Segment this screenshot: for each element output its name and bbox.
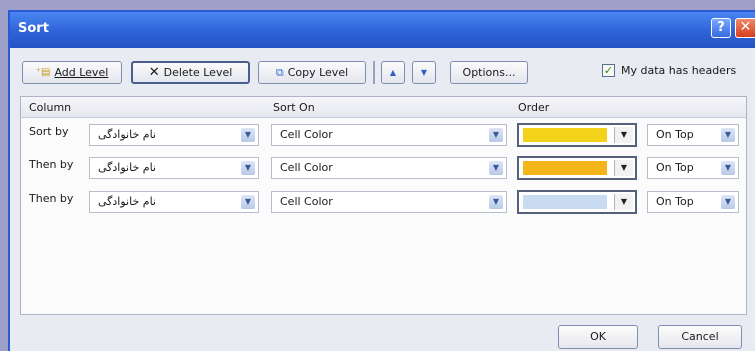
- sort-levels-grid: Column Sort On Order Sort by نام خانوادگ…: [20, 96, 747, 315]
- copy-icon: ⧉: [275, 65, 284, 79]
- row-label: Sort by: [29, 125, 69, 138]
- column-select[interactable]: نام خانوادگی ▼: [89, 191, 259, 213]
- sort-on-value: Cell Color: [280, 128, 333, 141]
- column-select[interactable]: نام خانوادگی ▼: [89, 157, 259, 179]
- headers-label: My data has headers: [621, 64, 737, 77]
- chevron-down-icon: ▼: [721, 128, 735, 142]
- sort-on-value: Cell Color: [280, 195, 333, 208]
- sort-on-select[interactable]: Cell Color ▼: [271, 157, 507, 179]
- ok-button[interactable]: OK: [558, 325, 638, 349]
- sort-on-value: Cell Color: [280, 161, 333, 174]
- title-bar[interactable]: Sort ? ✕: [10, 12, 755, 48]
- chevron-down-icon: ▼: [489, 195, 503, 209]
- chevron-down-icon: ▼: [241, 195, 255, 209]
- chevron-down-icon: ▼: [614, 127, 633, 143]
- column-select[interactable]: نام خانوادگی ▼: [89, 124, 259, 146]
- row-label: Then by: [29, 192, 74, 205]
- position-select[interactable]: On Top ▼: [647, 124, 739, 146]
- chevron-down-icon: ▼: [721, 195, 735, 209]
- color-swatch: [523, 161, 607, 175]
- grid-header: Column Sort On Order: [21, 97, 746, 118]
- close-button[interactable]: ✕: [735, 18, 755, 38]
- add-level-button[interactable]: ⁺▤ Add Level: [22, 61, 122, 84]
- order-header: Order: [518, 101, 550, 114]
- chevron-down-icon: ▼: [489, 128, 503, 142]
- headers-checkbox-group[interactable]: ✓ My data has headers: [602, 64, 736, 77]
- move-up-button[interactable]: ▲: [381, 61, 405, 84]
- order-color-select[interactable]: ▼: [517, 190, 637, 214]
- headers-checkbox[interactable]: ✓: [602, 64, 615, 77]
- position-select[interactable]: On Top ▼: [647, 157, 739, 179]
- sort-on-header: Sort On: [273, 101, 315, 114]
- sort-dialog: Sort ? ✕ ⁺▤ Add Level ✕ Delete Level ⧉ C…: [8, 10, 755, 351]
- options-button[interactable]: Options...: [450, 61, 528, 84]
- column-value: نام خانوادگی: [98, 195, 156, 208]
- column-value: نام خانوادگی: [98, 161, 156, 174]
- sort-on-select[interactable]: Cell Color ▼: [271, 124, 507, 146]
- position-value: On Top: [656, 161, 694, 174]
- copy-level-button[interactable]: ⧉ Copy Level: [258, 61, 366, 84]
- dialog-title: Sort: [18, 21, 49, 36]
- sort-on-select[interactable]: Cell Color ▼: [271, 191, 507, 213]
- delete-level-label: Delete Level: [163, 66, 233, 79]
- position-value: On Top: [656, 195, 694, 208]
- move-down-button[interactable]: ▼: [412, 61, 436, 84]
- column-header: Column: [29, 101, 72, 114]
- position-value: On Top: [656, 128, 694, 141]
- column-value: نام خانوادگی: [98, 128, 156, 141]
- options-label: Options...: [462, 66, 516, 79]
- chevron-down-icon: ▼: [489, 161, 503, 175]
- order-color-select[interactable]: ▼: [517, 156, 637, 180]
- order-color-select[interactable]: ▼: [517, 123, 637, 147]
- color-swatch: [523, 195, 607, 209]
- chevron-down-icon: ▼: [721, 161, 735, 175]
- add-level-label: Add Level: [54, 66, 109, 79]
- help-button[interactable]: ?: [711, 18, 731, 38]
- row-label: Then by: [29, 158, 74, 171]
- arrow-down-icon: ▼: [420, 68, 428, 77]
- chevron-down-icon: ▼: [614, 160, 633, 176]
- position-select[interactable]: On Top ▼: [647, 191, 739, 213]
- toolbar-separator: [373, 61, 375, 84]
- chevron-down-icon: ▼: [614, 194, 633, 210]
- add-level-icon: ⁺▤: [35, 67, 51, 78]
- color-swatch: [523, 128, 607, 142]
- chevron-down-icon: ▼: [241, 161, 255, 175]
- arrow-up-icon: ▲: [389, 68, 397, 77]
- delete-icon: ✕: [148, 65, 160, 80]
- chevron-down-icon: ▼: [241, 128, 255, 142]
- cancel-button[interactable]: Cancel: [658, 325, 742, 349]
- copy-level-label: Copy Level: [287, 66, 349, 79]
- delete-level-button[interactable]: ✕ Delete Level: [131, 61, 250, 84]
